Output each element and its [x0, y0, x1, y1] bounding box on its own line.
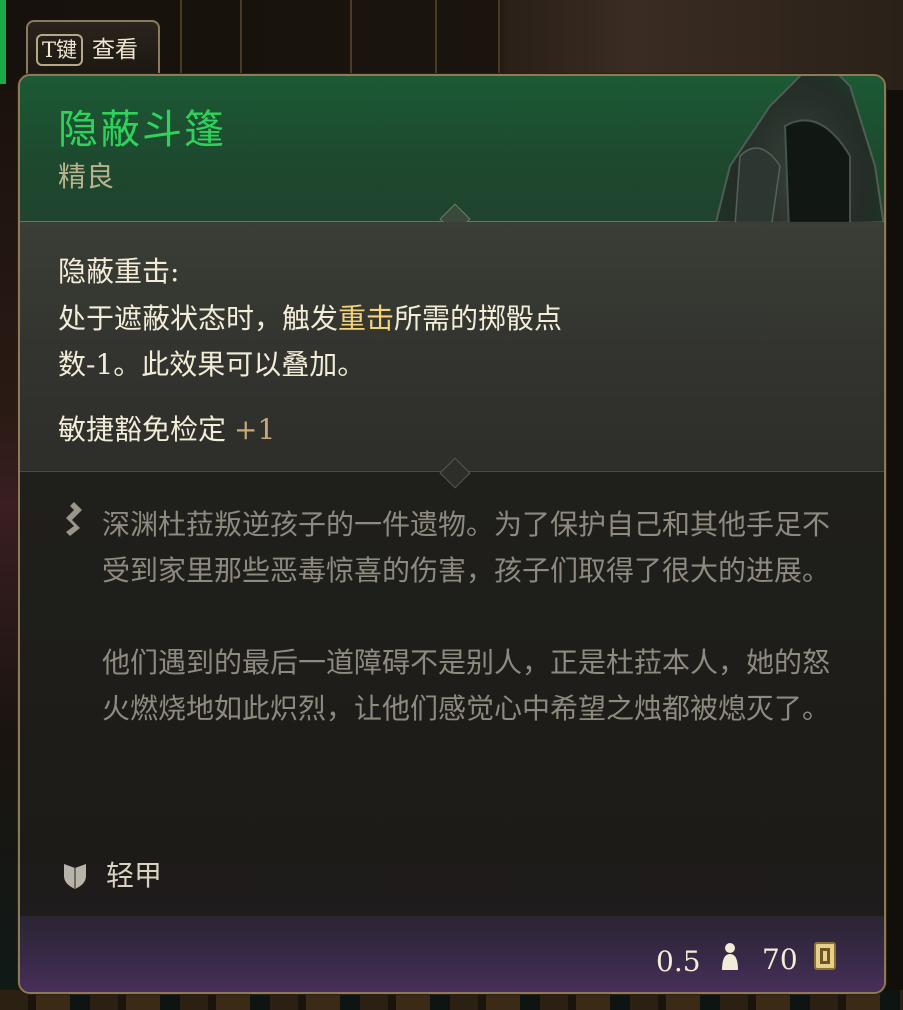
- key-cap: T键: [36, 34, 84, 66]
- frame-divider: [180, 0, 182, 85]
- bonus-line: 敏捷豁免检定 +1: [58, 410, 275, 450]
- armor-type-label: 轻甲: [106, 859, 163, 892]
- frame-divider: [350, 0, 352, 85]
- lore-text: 深渊杜菈叛逆孩子的一件遗物。为了保护自己和其他手足不受到家里那些恶毒惊喜的伤害，…: [102, 502, 852, 778]
- weight-icon: [722, 943, 738, 970]
- frame-divider: [240, 0, 242, 85]
- frame-divider: [435, 0, 437, 85]
- lore-paragraph: 深渊杜菈叛逆孩子的一件遗物。为了保护自己和其他手足不受到家里那些恶毒惊喜的伤害，…: [102, 508, 831, 587]
- armor-shield-icon: [64, 864, 86, 889]
- price-value: 70: [762, 943, 798, 976]
- bonus-label: 敏捷豁免检定: [58, 413, 227, 446]
- frame-divider: [498, 0, 500, 85]
- item-name: 隐蔽斗篷: [58, 107, 226, 153]
- inspect-key-hint[interactable]: T键 查看: [26, 20, 160, 76]
- tooltip-footer: [20, 916, 884, 992]
- gold-coin-icon: [814, 942, 836, 970]
- effect-title: 隐蔽重击:: [58, 255, 180, 288]
- selection-indicator: [0, 0, 6, 84]
- inspect-label: 查看: [92, 37, 138, 63]
- effect-description: 处于遮蔽状态时，触发重击所需的掷骰点数-1。此效果可以叠加。: [58, 296, 618, 388]
- weight-value: 0.5: [656, 945, 701, 978]
- item-tooltip: 隐蔽斗篷 精良 隐蔽重击: 处于遮蔽状态时，触发重击所需的掷骰点数-1。此效果可…: [18, 74, 886, 994]
- item-rarity: 精良: [58, 160, 115, 193]
- effect-text: 处于遮蔽状态时，触发: [58, 302, 339, 335]
- lore-paragraph: 他们遇到的最后一道障碍不是别人，正是杜菈本人，她的怒火燃烧地如此炽烈，让他们感觉…: [102, 646, 831, 725]
- bonus-value: +1: [234, 413, 276, 446]
- lore-quill-icon: [66, 502, 82, 536]
- critical-hit-keyword[interactable]: 重击: [338, 302, 394, 335]
